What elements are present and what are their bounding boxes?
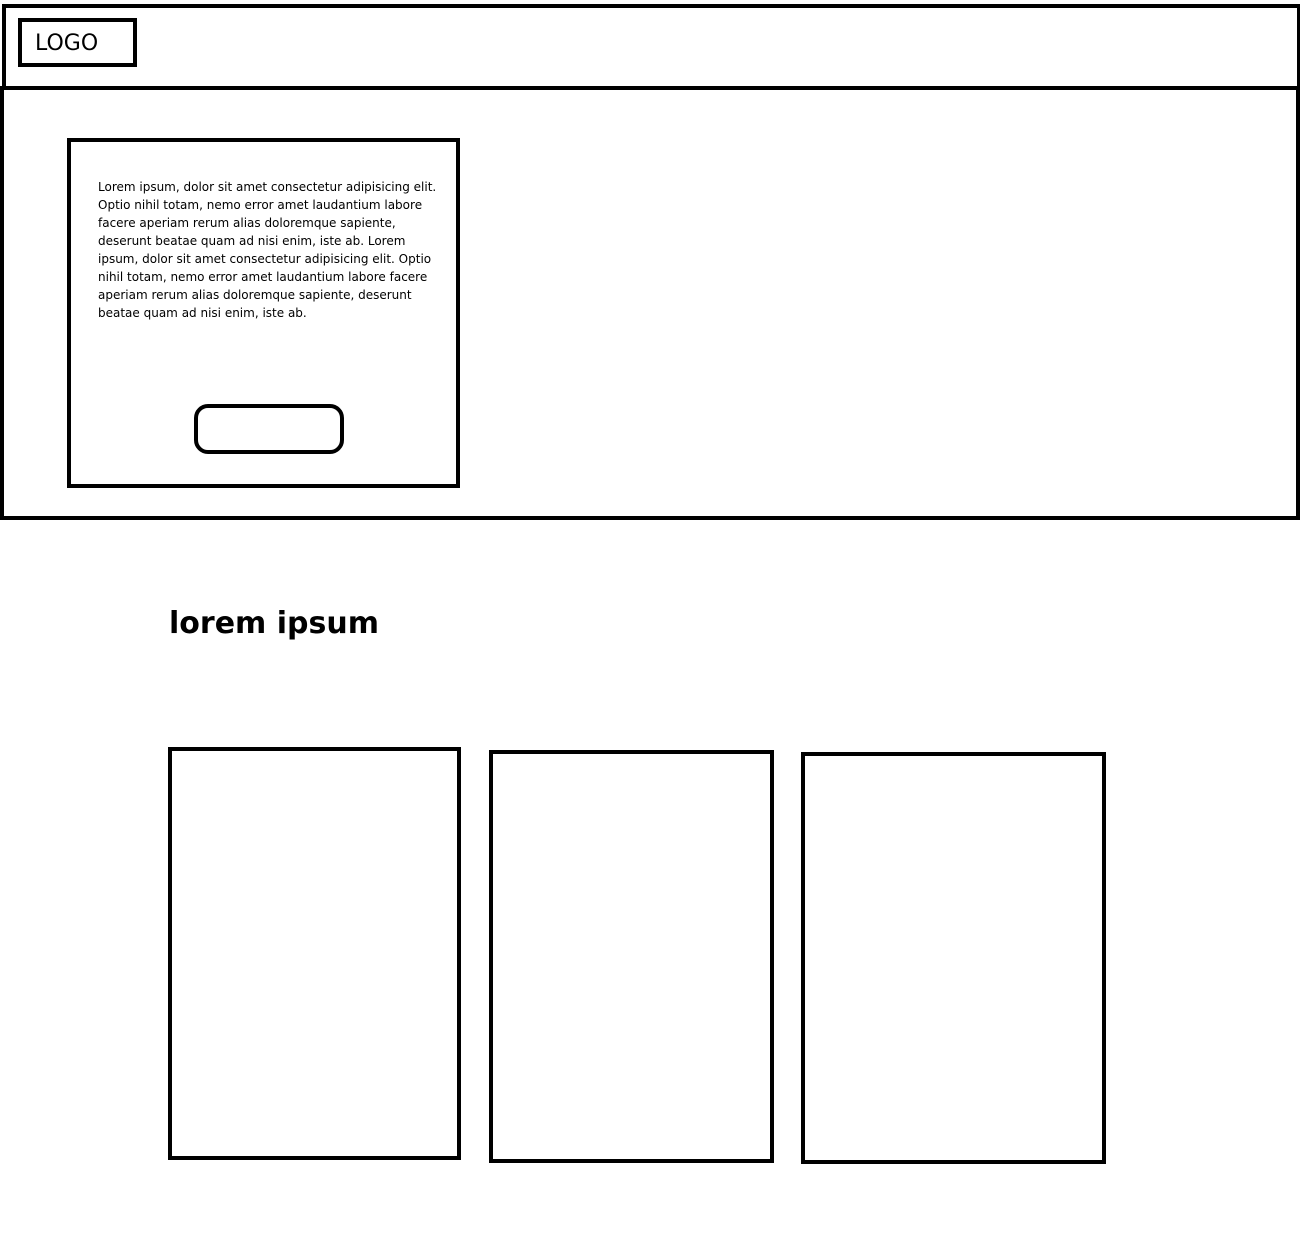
hero-cta-button[interactable] [194, 404, 344, 454]
content-card-3[interactable] [801, 752, 1106, 1164]
hero-card: Lorem ipsum, dolor sit amet consectetur … [67, 138, 460, 488]
section-title: lorem ipsum [169, 606, 379, 641]
content-card-2[interactable] [489, 750, 774, 1163]
logo[interactable]: LOGO [18, 18, 137, 67]
content-card-1[interactable] [168, 747, 461, 1160]
header-bar: LOGO [2, 4, 1300, 90]
hero-body-text: Lorem ipsum, dolor sit amet consectetur … [98, 180, 437, 320]
hero-section: Lorem ipsum, dolor sit amet consectetur … [0, 86, 1300, 520]
logo-label: LOGO [35, 31, 99, 56]
